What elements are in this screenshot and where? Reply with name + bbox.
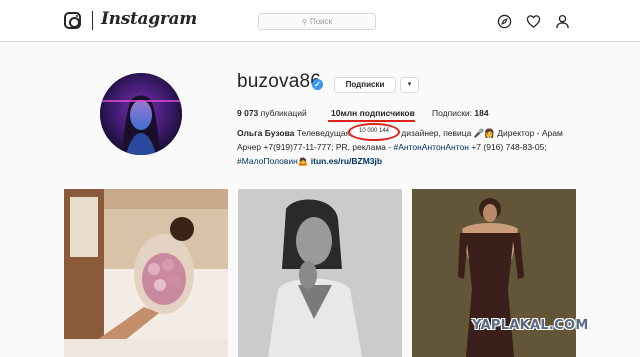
posts-count: 9 073 [237, 108, 259, 118]
logo-divider [92, 11, 93, 30]
search-input[interactable]: ⚲ Поиск [258, 13, 376, 30]
bio-line-1: Ольга Бузова Телеведущая, дизайнер, певи… [237, 128, 563, 139]
followers-stat[interactable]: 10млн подписчиков [331, 108, 415, 118]
posts-label: публикаций [260, 108, 307, 118]
top-navigation-bar: Instagram ⚲ Поиск [0, 0, 640, 42]
verified-badge-icon: ✓ [312, 79, 323, 90]
instagram-camera-icon[interactable] [64, 12, 81, 29]
search-icon: ⚲ [301, 18, 307, 26]
bio-name: Ольга Бузова [237, 128, 295, 138]
profile-avatar[interactable] [100, 73, 182, 155]
instagram-wordmark[interactable]: Instagram [101, 9, 197, 29]
following-stat[interactable]: Подписки: 184 [432, 108, 489, 118]
posts-stat: 9 073 публикаций [237, 108, 307, 118]
following-label: Подписки: [432, 108, 473, 118]
site-watermark: YAPLAKAL.COM [472, 318, 589, 333]
red-annotation-underline [328, 120, 415, 122]
hashtag-link[interactable]: #АнтонАнтонАнтон [393, 142, 468, 152]
bio-external-link[interactable]: itun.es/ru/BZM3jb [311, 156, 382, 166]
chevron-down-icon[interactable]: ▾ [400, 77, 419, 93]
heart-icon[interactable] [526, 14, 541, 29]
person-icon[interactable] [555, 14, 570, 29]
compass-icon[interactable] [497, 14, 512, 29]
profile-username: buzova86 [237, 71, 322, 92]
bio-line1-tail: дизайнер, певица 🎤👩 Директор - Арам [401, 128, 563, 138]
bio-line2: Арчер +7(919)77-11-777; PR, реклама - [237, 142, 392, 152]
following-count: 184 [474, 108, 489, 118]
annotation-follower-count: 10 000 144 [358, 128, 390, 134]
post-thumbnail-2[interactable] [238, 189, 402, 357]
post-thumbnail-1[interactable] [64, 189, 228, 357]
bio-line2-tail: +7 (916) 748-83-05; [471, 142, 547, 152]
followers-count: 10млн подписчиков [331, 108, 415, 118]
search-placeholder: Поиск [309, 17, 333, 26]
bio-emoji: 🙇 [297, 156, 309, 166]
following-button[interactable]: Подписки [334, 77, 396, 93]
hashtag-link[interactable]: #МалоПоловин [237, 156, 298, 166]
bio-line-2: Арчер +7(919)77-11-777; PR, реклама - #А… [237, 142, 547, 152]
bio-line1-rest: Телеведущая, [296, 128, 353, 138]
bio-line-3: #МалоПоловин🙇 itun.es/ru/BZM3jb [237, 156, 382, 167]
